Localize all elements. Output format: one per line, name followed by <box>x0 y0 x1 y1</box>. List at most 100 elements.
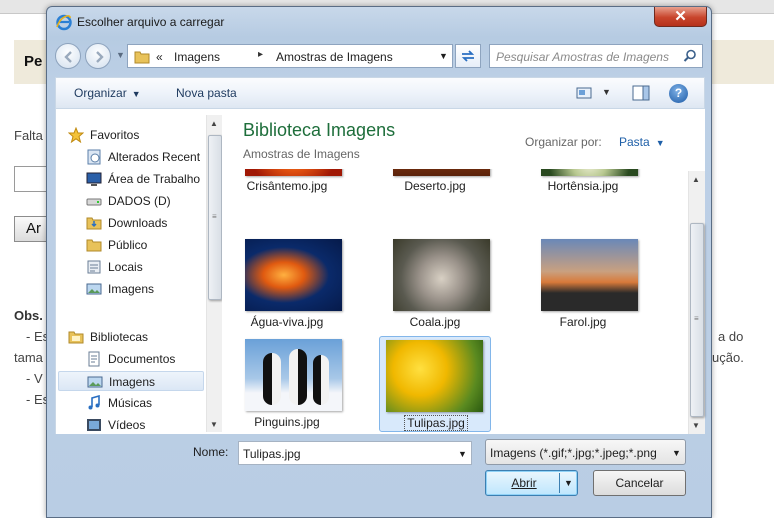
new-folder-button[interactable]: Nova pasta <box>176 86 237 100</box>
change-view-icon[interactable] <box>576 86 592 100</box>
file-name[interactable]: Deserto.jpg <box>379 179 491 193</box>
nav-images-label[interactable]: Imagens <box>108 282 154 296</box>
nav-scrollbar[interactable]: ▲ ≡ ▼ <box>206 115 223 432</box>
internet-explorer-icon <box>55 13 73 31</box>
hydrangeas-thumbnail[interactable] <box>541 169 638 176</box>
arrange-by-value[interactable]: Pasta <box>619 135 650 149</box>
nav-downloads-label[interactable]: Downloads <box>108 216 167 230</box>
refresh-button[interactable] <box>455 44 481 68</box>
search-box[interactable]: Pesquisar Amostras de Imagens <box>489 44 703 68</box>
scroll-down-icon[interactable]: ▼ <box>692 421 700 430</box>
folder-icon <box>86 239 102 252</box>
tulips-thumbnail[interactable] <box>386 340 483 412</box>
file-name[interactable]: Tulipas.jpg <box>380 415 492 431</box>
nav-favorites[interactable]: Favoritos <box>68 125 208 145</box>
downloads-folder-icon <box>86 217 102 230</box>
page-line-right: a do <box>718 329 744 344</box>
file-name[interactable]: Hortênsia.jpg <box>527 179 639 193</box>
cancel-button[interactable]: Cancelar <box>593 470 686 496</box>
forward-button[interactable] <box>85 43 111 69</box>
address-bar[interactable]: « Imagens ▸ Amostras de Imagens ▼ <box>127 44 453 68</box>
koala-thumbnail[interactable] <box>393 239 490 311</box>
address-segment-amostras[interactable]: Amostras de Imagens <box>276 50 393 64</box>
folder-icon <box>134 51 150 64</box>
nav-places[interactable]: Locais <box>86 257 206 277</box>
scroll-up-icon[interactable]: ▲ <box>210 119 218 128</box>
organize-menu[interactable]: Organizar ▼ <box>74 86 141 100</box>
open-label[interactable]: Abrir <box>504 471 544 495</box>
file-type-filter[interactable]: Imagens (*.gif;*.jpg;*.jpeg;*.png ▼ <box>485 439 686 465</box>
nav-music[interactable]: Músicas <box>86 393 206 413</box>
file-name-value[interactable]: Tulipas.jpg <box>243 447 301 461</box>
content-scroll-thumb[interactable]: ≡ <box>690 223 704 417</box>
file-item[interactable]: Água-viva.jpg <box>231 239 343 334</box>
file-name[interactable]: Pinguins.jpg <box>231 415 343 429</box>
scroll-down-icon[interactable]: ▼ <box>210 420 218 429</box>
address-segment-imagens[interactable]: Imagens <box>174 50 220 64</box>
desert-thumbnail[interactable] <box>393 169 490 176</box>
chevron-down-icon[interactable]: ▼ <box>672 448 681 458</box>
nav-libraries-label[interactable]: Bibliotecas <box>90 330 148 344</box>
jellyfish-thumbnail[interactable] <box>245 239 342 311</box>
nav-places-label[interactable]: Locais <box>108 260 143 274</box>
file-name[interactable]: Coala.jpg <box>379 315 491 329</box>
nav-documents-label[interactable]: Documentos <box>108 352 175 366</box>
file-item[interactable]: Hortênsia.jpg <box>527 169 639 227</box>
nav-scroll-thumb[interactable]: ≡ <box>208 135 222 300</box>
file-type-value[interactable]: Imagens (*.gif;*.jpg;*.jpeg;*.png <box>490 446 668 460</box>
file-item[interactable]: Deserto.jpg <box>379 169 491 227</box>
view-options-dropdown-icon[interactable]: ▼ <box>602 87 611 97</box>
recent-places-icon <box>87 149 101 165</box>
back-button[interactable] <box>55 43 81 69</box>
file-item[interactable]: Farol.jpg <box>527 239 639 334</box>
file-name[interactable]: Crisântemo.jpg <box>231 179 343 193</box>
preview-pane-icon[interactable] <box>632 85 650 101</box>
search-icon[interactable] <box>683 49 697 63</box>
page-text-fragment: Falta <box>14 128 43 143</box>
scroll-up-icon[interactable]: ▲ <box>692 175 700 184</box>
file-item-selected[interactable]: Tulipas.jpg <box>379 336 491 432</box>
address-dropdown-icon[interactable]: ▼ <box>439 51 448 61</box>
chevron-down-icon[interactable]: ▼ <box>458 449 467 459</box>
recent-pages-dropdown[interactable]: ▼ <box>116 50 125 60</box>
nav-music-label[interactable]: Músicas <box>108 396 152 410</box>
nav-images-favorite[interactable]: Imagens <box>86 279 206 299</box>
nav-recent[interactable]: Alterados Recent <box>86 147 206 167</box>
nav-videos-label[interactable]: Vídeos <box>108 418 145 432</box>
open-button[interactable]: Abrir ▼ <box>485 470 578 496</box>
content-scrollbar[interactable]: ▲ ≡ ▼ <box>688 171 705 434</box>
close-button[interactable]: ✕ <box>654 7 707 27</box>
nav-documents[interactable]: Documentos <box>86 349 206 369</box>
nav-public[interactable]: Público <box>86 235 206 255</box>
nav-public-label[interactable]: Público <box>108 238 147 252</box>
open-options-dropdown-icon[interactable]: ▼ <box>564 471 573 495</box>
address-overflow[interactable]: « <box>156 50 163 64</box>
penguins-thumbnail[interactable] <box>245 339 342 411</box>
nav-videos[interactable]: Vídeos <box>86 415 206 435</box>
file-name[interactable]: Água-viva.jpg <box>231 315 343 329</box>
nav-libraries[interactable]: Bibliotecas <box>68 327 208 347</box>
nav-images-library[interactable]: Imagens <box>58 371 204 391</box>
nav-downloads[interactable]: Downloads <box>86 213 206 233</box>
music-icon <box>88 395 100 410</box>
file-item[interactable]: Crisântemo.jpg <box>231 169 343 227</box>
file-name-input[interactable]: Tulipas.jpg ▼ <box>238 441 472 465</box>
arrange-by-dropdown[interactable]: Pasta ▼ <box>619 135 665 149</box>
nav-favorites-label[interactable]: Favoritos <box>90 128 139 142</box>
file-name[interactable]: Farol.jpg <box>527 315 639 329</box>
address-separator-icon[interactable]: ▸ <box>258 49 263 60</box>
nav-desktop-label[interactable]: Área de Trabalho <box>108 172 200 186</box>
search-placeholder[interactable]: Pesquisar Amostras de Imagens <box>496 50 669 64</box>
nav-desktop[interactable]: Área de Trabalho <box>86 169 206 189</box>
nav-recent-label[interactable]: Alterados Recent <box>108 150 200 164</box>
pictures-icon <box>86 283 102 295</box>
organize-label[interactable]: Organizar <box>74 86 127 100</box>
file-item[interactable]: Coala.jpg <box>379 239 491 334</box>
nav-drive-label[interactable]: DADOS (D) <box>108 194 171 208</box>
lighthouse-thumbnail[interactable] <box>541 239 638 311</box>
chrysanthemum-thumbnail[interactable] <box>245 169 342 176</box>
file-item[interactable]: Pinguins.jpg <box>231 339 343 434</box>
nav-images-library-label[interactable]: Imagens <box>109 375 155 389</box>
nav-drive-d[interactable]: DADOS (D) <box>86 191 206 211</box>
help-icon[interactable]: ? <box>669 84 688 103</box>
